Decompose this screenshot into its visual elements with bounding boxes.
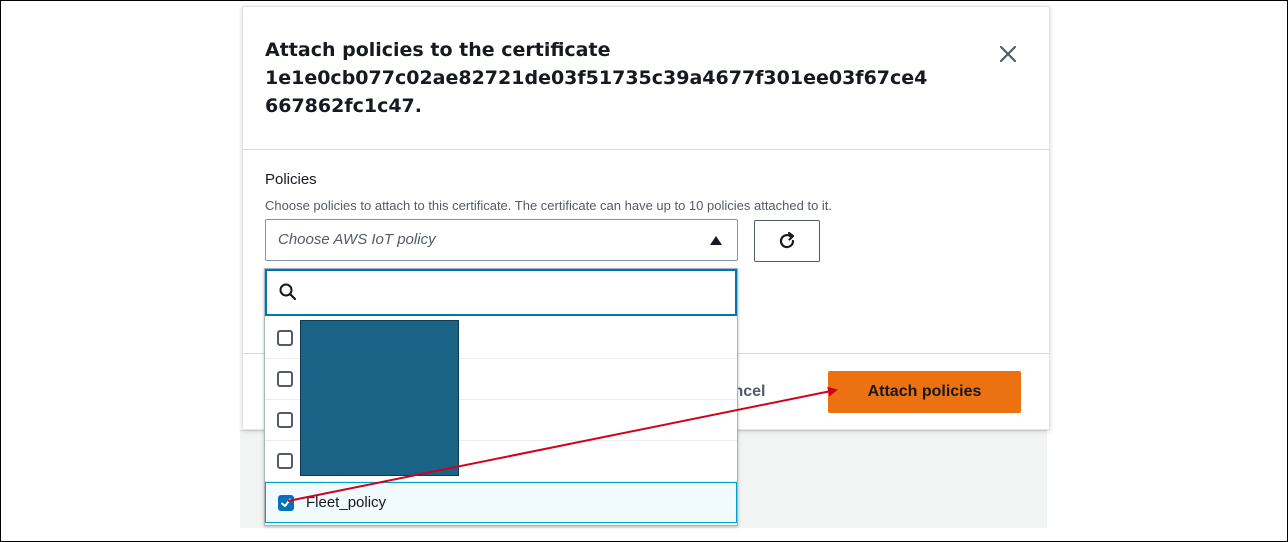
checkbox[interactable] bbox=[277, 330, 293, 346]
attach-policies-button[interactable]: Attach policies bbox=[828, 371, 1021, 413]
policy-select[interactable]: Choose AWS IoT policy bbox=[265, 219, 738, 261]
certificate-id-line: 667862fc1c47. bbox=[265, 95, 422, 117]
checkbox[interactable] bbox=[277, 453, 293, 469]
caret-up-icon bbox=[710, 236, 722, 245]
refresh-icon bbox=[779, 231, 795, 249]
certificate-id-line: 1e1e0cb077c02ae82721de03f51735c39a4677f3… bbox=[265, 67, 928, 89]
checkmark-icon bbox=[281, 498, 291, 507]
policy-search-input[interactable] bbox=[301, 279, 725, 309]
modal-title-line: Attach policies to the certificate bbox=[265, 39, 611, 61]
search-icon bbox=[279, 283, 297, 301]
checkbox[interactable] bbox=[277, 412, 293, 428]
policies-description: Choose policies to attach to this certif… bbox=[265, 198, 833, 213]
policy-option-fleet-policy[interactable]: Fleet_policy bbox=[265, 482, 737, 523]
checkbox-checked[interactable] bbox=[278, 495, 294, 511]
modal-title: Attach policies to the certificate 1e1e0… bbox=[265, 36, 965, 120]
checkbox[interactable] bbox=[277, 371, 293, 387]
refresh-button[interactable] bbox=[754, 220, 820, 262]
close-button[interactable] bbox=[995, 41, 1021, 67]
close-icon bbox=[999, 45, 1017, 63]
option-label: Fleet_policy bbox=[306, 494, 387, 511]
policies-label: Policies bbox=[265, 171, 317, 188]
policy-search bbox=[265, 269, 737, 316]
select-placeholder: Choose AWS IoT policy bbox=[278, 231, 436, 248]
redaction-box bbox=[300, 320, 459, 476]
modal-header: Attach policies to the certificate 1e1e0… bbox=[243, 7, 1049, 150]
